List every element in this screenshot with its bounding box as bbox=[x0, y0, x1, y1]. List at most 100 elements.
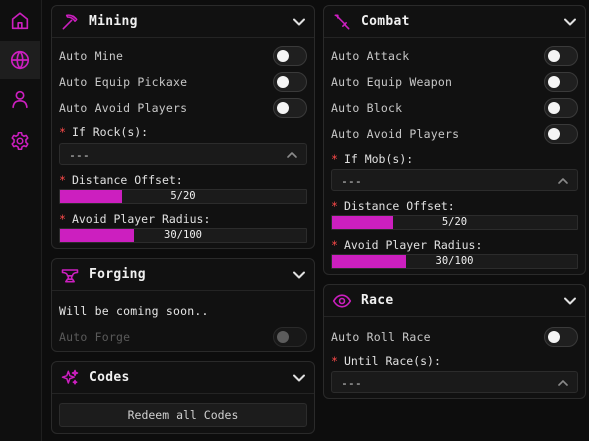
chevron-up-icon bbox=[558, 380, 568, 386]
rock-dropdown[interactable]: --- bbox=[59, 143, 307, 165]
combat-auto-avoid-players-label: Auto Avoid Players bbox=[331, 127, 460, 141]
required-star: * bbox=[331, 152, 338, 166]
combat-auto-avoid-players-toggle[interactable] bbox=[544, 124, 578, 144]
combat-section: Combat Auto Attack Auto Equip Weapon Aut… bbox=[323, 5, 586, 275]
required-star: * bbox=[59, 173, 66, 187]
mining-auto-avoid-players-toggle[interactable] bbox=[273, 98, 307, 118]
combat-radius-text: Avoid Player Radius: bbox=[343, 238, 483, 252]
redeem-all-codes-button[interactable]: Redeem all Codes bbox=[59, 403, 307, 427]
sidebar bbox=[0, 0, 42, 441]
auto-equip-weapon-toggle[interactable] bbox=[544, 72, 578, 92]
auto-equip-pickaxe-row: Auto Equip Pickaxe bbox=[59, 72, 307, 92]
chevron-down-icon[interactable] bbox=[563, 15, 577, 29]
required-star: * bbox=[59, 125, 66, 139]
sidebar-item-globe[interactable] bbox=[0, 41, 40, 79]
mining-radius-label: * Avoid Player Radius: bbox=[59, 212, 210, 226]
globe-icon bbox=[10, 50, 30, 70]
eye-icon bbox=[332, 294, 352, 308]
codes-section: Codes Redeem all Codes bbox=[51, 361, 315, 434]
auto-roll-race-toggle[interactable] bbox=[544, 327, 578, 347]
combat-radius-label: * Avoid Player Radius: bbox=[331, 238, 482, 252]
forging-header[interactable]: Forging bbox=[52, 259, 314, 291]
sword-icon bbox=[334, 14, 350, 30]
auto-block-row: Auto Block bbox=[331, 98, 578, 118]
combat-header[interactable]: Combat bbox=[324, 6, 585, 38]
toggle-knob bbox=[277, 50, 289, 62]
toggle-knob bbox=[277, 331, 289, 343]
auto-block-toggle[interactable] bbox=[544, 98, 578, 118]
mining-radius-value: 30/100 bbox=[164, 229, 202, 241]
auto-attack-row: Auto Attack bbox=[331, 46, 578, 66]
chevron-down-icon[interactable] bbox=[292, 371, 306, 385]
auto-equip-weapon-label: Auto Equip Weapon bbox=[331, 75, 453, 89]
auto-equip-pickaxe-label: Auto Equip Pickaxe bbox=[59, 75, 188, 89]
mining-distance-label: * Distance Offset: bbox=[59, 173, 183, 187]
forging-title: Forging bbox=[89, 267, 146, 282]
race-dropdown-value: --- bbox=[341, 376, 362, 390]
combat-distance-slider[interactable]: 5/20 bbox=[331, 215, 578, 230]
mining-distance-slider[interactable]: 5/20 bbox=[59, 189, 307, 204]
mining-radius-slider[interactable]: 30/100 bbox=[59, 228, 307, 243]
mining-title: Mining bbox=[89, 14, 138, 29]
auto-attack-label: Auto Attack bbox=[331, 49, 410, 63]
combat-auto-avoid-players-row: Auto Avoid Players bbox=[331, 124, 578, 144]
chevron-up-icon bbox=[558, 178, 568, 184]
forging-section: Forging Will be coming soon.. Auto Forge bbox=[51, 258, 315, 352]
auto-forge-row: Auto Forge bbox=[59, 327, 307, 347]
combat-distance-label: * Distance Offset: bbox=[331, 199, 455, 213]
sidebar-item-user[interactable] bbox=[0, 80, 40, 118]
anvil-icon bbox=[61, 269, 79, 283]
mining-auto-avoid-players-label: Auto Avoid Players bbox=[59, 101, 188, 115]
codes-header[interactable]: Codes bbox=[52, 362, 314, 394]
toggle-knob bbox=[277, 102, 289, 114]
toggle-knob bbox=[548, 76, 560, 88]
if-rock-text: If Rock(s): bbox=[71, 125, 149, 139]
until-race-text: Until Race(s): bbox=[343, 354, 441, 368]
mining-distance-text: Distance Offset: bbox=[71, 173, 183, 187]
forging-message: Will be coming soon.. bbox=[59, 304, 209, 318]
race-dropdown[interactable]: --- bbox=[331, 371, 578, 393]
required-star: * bbox=[331, 199, 338, 213]
auto-equip-weapon-row: Auto Equip Weapon bbox=[331, 72, 578, 92]
race-header[interactable]: Race bbox=[324, 285, 585, 317]
auto-roll-race-row: Auto Roll Race bbox=[331, 327, 578, 347]
combat-title: Combat bbox=[361, 14, 410, 29]
toggle-knob bbox=[548, 50, 560, 62]
chevron-down-icon[interactable] bbox=[292, 268, 306, 282]
required-star: * bbox=[331, 354, 338, 368]
user-icon bbox=[12, 90, 28, 109]
sidebar-item-home[interactable] bbox=[0, 2, 40, 40]
combat-distance-text: Distance Offset: bbox=[343, 199, 455, 213]
required-star: * bbox=[59, 212, 66, 226]
rock-dropdown-value: --- bbox=[69, 148, 90, 162]
auto-equip-pickaxe-toggle[interactable] bbox=[273, 72, 307, 92]
chevron-down-icon[interactable] bbox=[563, 294, 577, 308]
required-star: * bbox=[331, 238, 338, 252]
toggle-knob bbox=[277, 76, 289, 88]
auto-mine-toggle[interactable] bbox=[273, 46, 307, 66]
toggle-knob bbox=[548, 102, 560, 114]
toggle-knob bbox=[548, 128, 560, 140]
mining-distance-value: 5/20 bbox=[170, 190, 196, 202]
auto-forge-toggle bbox=[273, 327, 307, 347]
mining-auto-avoid-players-row: Auto Avoid Players bbox=[59, 98, 307, 118]
race-title: Race bbox=[361, 293, 394, 308]
sidebar-item-settings[interactable] bbox=[0, 122, 40, 160]
auto-attack-toggle[interactable] bbox=[544, 46, 578, 66]
sparkles-icon bbox=[61, 369, 79, 385]
race-section: Race Auto Roll Race * Until Race(s): --- bbox=[323, 284, 586, 399]
codes-title: Codes bbox=[89, 370, 130, 385]
mob-dropdown[interactable]: --- bbox=[331, 169, 578, 191]
mob-dropdown-value: --- bbox=[341, 174, 362, 188]
if-rock-label: * If Rock(s): bbox=[59, 125, 148, 139]
auto-forge-label: Auto Forge bbox=[59, 330, 131, 344]
home-icon bbox=[11, 12, 29, 30]
mining-radius-text: Avoid Player Radius: bbox=[71, 212, 211, 226]
mining-header[interactable]: Mining bbox=[52, 6, 314, 38]
combat-radius-slider[interactable]: 30/100 bbox=[331, 254, 578, 269]
pickaxe-icon bbox=[62, 14, 78, 30]
chevron-down-icon[interactable] bbox=[292, 15, 306, 29]
combat-radius-value: 30/100 bbox=[435, 255, 474, 267]
if-mob-label: * If Mob(s): bbox=[331, 152, 413, 166]
gear-icon bbox=[11, 131, 29, 151]
